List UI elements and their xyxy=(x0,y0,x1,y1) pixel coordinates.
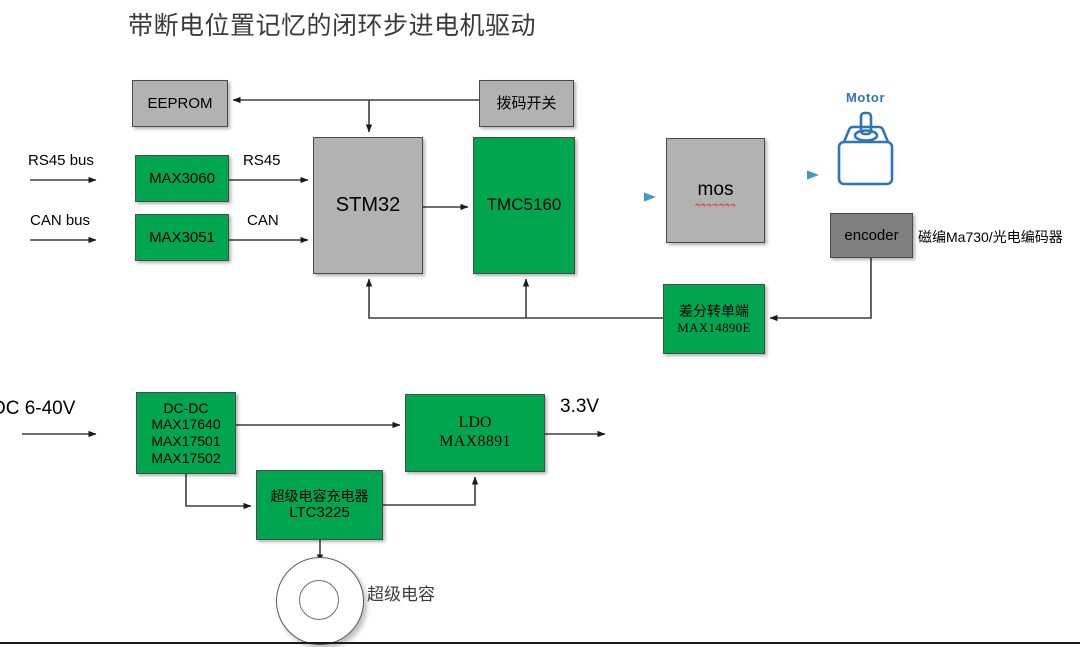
page-title: 带断电位置记忆的闭环步进电机驱动 xyxy=(128,13,537,40)
block-differential-title: 差分转单端 xyxy=(679,303,749,320)
block-stm32[interactable]: STM32 xyxy=(313,137,423,274)
block-dip-switch[interactable]: 拨码开关 xyxy=(479,80,574,127)
block-ldo-title: LDO xyxy=(458,414,492,432)
label-can: CAN xyxy=(247,212,279,229)
wire-dcdc-to-charger xyxy=(185,474,252,510)
block-dc-dc-part-1: MAX17640 xyxy=(151,416,221,433)
block-differential-to-single-ended[interactable]: 差分转单端 MAX14890E xyxy=(663,284,765,354)
block-supercap-charger-title: 超级电容充电器 xyxy=(270,487,369,504)
block-ldo[interactable]: LDO MAX8891 xyxy=(405,394,545,472)
block-supercap-charger[interactable]: 超级电容充电器 LTC3225 xyxy=(256,470,383,540)
diagram-canvas: 带断电位置记忆的闭环步进电机驱动 EEPROM 拨码开关 MAX3060 MAX… xyxy=(0,0,1080,647)
label-motor: Motor xyxy=(846,90,886,105)
block-max3060[interactable]: MAX3060 xyxy=(135,155,229,202)
block-tmc5160[interactable]: TMC5160 xyxy=(473,137,575,274)
block-mos-label: mos xyxy=(697,179,734,201)
spellcheck-underline xyxy=(694,202,737,207)
block-dc-dc-part-3: MAX17502 xyxy=(151,449,221,466)
block-ldo-part: MAX8891 xyxy=(439,433,511,450)
block-max3051-label: MAX3051 xyxy=(149,228,215,246)
label-encoder-description: 磁编Ma730/光电编码器 xyxy=(918,229,1063,245)
block-stm32-label: STM32 xyxy=(335,193,401,216)
wire-charger-to-ldo xyxy=(383,476,479,506)
label-supercapacitor: 超级电容 xyxy=(367,585,435,604)
label-dc-input: DC 6-40V xyxy=(0,398,76,419)
block-encoder[interactable]: encoder xyxy=(830,213,913,258)
label-output-3v3: 3.3V xyxy=(560,396,600,417)
label-can-bus: CAN bus xyxy=(30,212,91,229)
label-rs45-bus: RS45 bus xyxy=(28,152,94,169)
supercapacitor-symbol xyxy=(276,557,364,645)
block-max3051[interactable]: MAX3051 xyxy=(135,214,229,261)
page-bottom-rule xyxy=(0,642,1080,644)
block-eeprom[interactable]: EEPROM xyxy=(132,80,228,127)
label-rs45: RS45 xyxy=(243,152,281,169)
block-tmc5160-label: TMC5160 xyxy=(486,195,562,215)
block-dc-dc-part-2: MAX17501 xyxy=(151,433,221,449)
motor-icon xyxy=(830,108,904,188)
wire-diff-to-stm32 xyxy=(365,278,663,319)
block-supercap-charger-part: LTC3225 xyxy=(289,504,350,522)
block-max3060-label: MAX3060 xyxy=(149,169,215,187)
block-differential-part: MAX14890E xyxy=(677,319,751,335)
block-dc-dc-title: DC-DC xyxy=(163,399,209,416)
block-dip-switch-label: 拨码开关 xyxy=(496,94,557,112)
block-dc-dc[interactable]: DC-DC MAX17640 MAX17501 MAX17502 xyxy=(136,392,236,474)
wire-encoder-to-diff xyxy=(769,258,872,322)
block-encoder-label: encoder xyxy=(844,226,899,244)
block-mos[interactable]: mos xyxy=(666,138,765,243)
block-eeprom-label: EEPROM xyxy=(147,94,213,112)
